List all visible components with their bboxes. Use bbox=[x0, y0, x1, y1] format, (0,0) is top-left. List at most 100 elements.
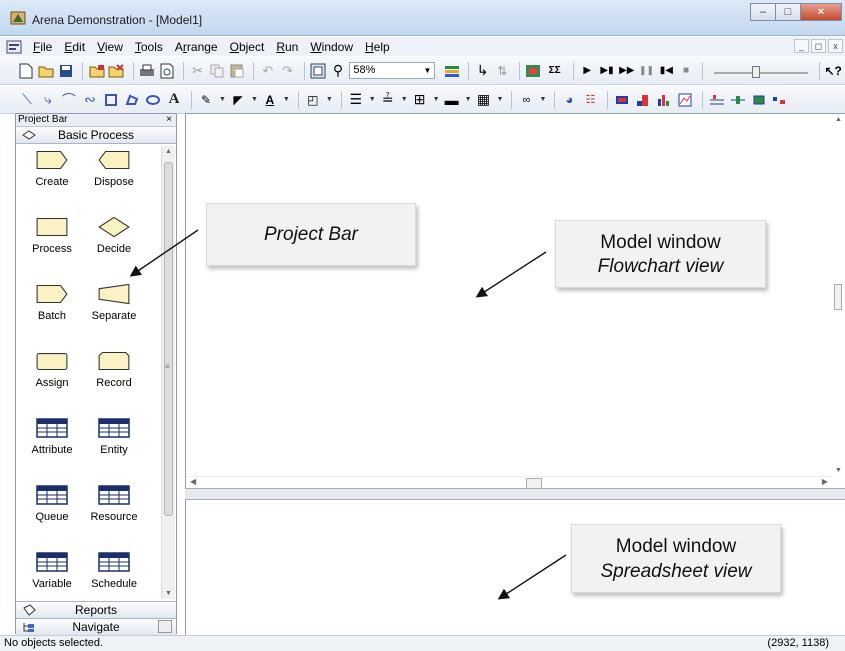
menu-view[interactable]: View bbox=[91, 40, 129, 54]
go-icon[interactable]: ▶ bbox=[579, 62, 596, 80]
paste-icon[interactable] bbox=[229, 62, 246, 80]
minimize-button[interactable]: – bbox=[750, 3, 776, 21]
window-background-color-icon[interactable]: ◰ bbox=[304, 91, 322, 109]
menu-file[interactable]: File bbox=[27, 40, 58, 54]
module-variable[interactable]: Variable bbox=[19, 551, 85, 601]
module-separate[interactable]: Separate bbox=[81, 283, 147, 349]
module-record[interactable]: Record bbox=[81, 350, 147, 416]
bezier-icon[interactable]: ∾ bbox=[81, 91, 99, 109]
print-preview-icon[interactable] bbox=[158, 62, 175, 80]
smart-connect-icon[interactable]: ⇅ bbox=[494, 62, 511, 80]
save-icon[interactable] bbox=[58, 62, 75, 80]
menu-arrange[interactable]: Arrange bbox=[169, 40, 224, 54]
navigate-panel-header[interactable]: Navigate bbox=[16, 618, 176, 635]
project-bar-close-button[interactable]: × bbox=[166, 114, 172, 126]
module-assign[interactable]: Assign bbox=[19, 350, 85, 416]
maximize-button[interactable]: □ bbox=[775, 3, 801, 21]
view-all-icon[interactable] bbox=[310, 62, 327, 80]
mdi-minimize-button[interactable]: _ bbox=[794, 39, 809, 53]
context-help-icon[interactable]: ↖? bbox=[825, 62, 842, 80]
arc-icon[interactable]: ⌒ bbox=[60, 91, 78, 109]
connect-icon[interactable]: ↳ bbox=[474, 62, 491, 80]
template-attach-icon[interactable] bbox=[88, 62, 105, 80]
date-icon[interactable]: ☷ bbox=[581, 91, 599, 109]
zoom-value: 58% bbox=[353, 64, 376, 76]
zoom-select[interactable]: 58% ▼ bbox=[349, 62, 436, 79]
zoom-icon[interactable]: ⚲ bbox=[330, 62, 347, 80]
reports-panel-header[interactable]: Reports bbox=[16, 601, 176, 618]
polyline-icon[interactable]: ⤷ bbox=[39, 91, 57, 109]
flowchart-view[interactable]: ▲ ▼ ◀ ▶ bbox=[185, 113, 845, 489]
mdi-restore-button[interactable]: ◻ bbox=[811, 39, 826, 53]
step-icon[interactable]: ▶▮ bbox=[599, 62, 616, 80]
menu-run[interactable]: Run bbox=[270, 40, 304, 54]
text-icon[interactable]: A bbox=[165, 91, 183, 109]
box-icon[interactable] bbox=[102, 91, 120, 109]
parking-icon[interactable] bbox=[771, 91, 789, 109]
project-bar-scrollbar[interactable]: ▲ ≡ ▼ bbox=[161, 146, 175, 599]
ellipse-icon[interactable] bbox=[144, 91, 162, 109]
new-file-icon[interactable] bbox=[18, 62, 35, 80]
module-decide[interactable]: Decide bbox=[81, 216, 147, 282]
cut-icon[interactable]: ✂ bbox=[189, 62, 206, 80]
pause-icon[interactable]: ❚❚ bbox=[638, 62, 655, 80]
clock-icon[interactable]: ◕ bbox=[560, 91, 578, 109]
open-folder-icon[interactable] bbox=[38, 62, 55, 80]
layers-icon[interactable] bbox=[443, 62, 460, 80]
seize-icon[interactable] bbox=[750, 91, 768, 109]
animate-connectors-icon[interactable] bbox=[525, 62, 542, 80]
line-icon[interactable]: ⟍ bbox=[18, 91, 36, 109]
mdi-close-button[interactable]: x bbox=[828, 39, 843, 53]
storage-icon[interactable] bbox=[729, 91, 747, 109]
module-schedule[interactable]: Schedule bbox=[81, 551, 147, 601]
submodel-icon[interactable]: ΣΣ bbox=[544, 62, 565, 80]
document-icon[interactable] bbox=[6, 40, 22, 54]
menu-edit[interactable]: Edit bbox=[58, 40, 91, 54]
navigate-thumbnail-icon[interactable] bbox=[158, 620, 172, 633]
module-attribute[interactable]: Attribute bbox=[19, 417, 85, 483]
module-batch[interactable]: Batch bbox=[19, 283, 85, 349]
plot-icon[interactable] bbox=[676, 91, 694, 109]
menu-help[interactable]: Help bbox=[359, 40, 396, 54]
polygon-icon[interactable] bbox=[123, 91, 141, 109]
module-resource[interactable]: Resource bbox=[81, 484, 147, 550]
line-pattern-icon[interactable]: ▬ bbox=[443, 91, 461, 109]
show-dimensions-icon[interactable]: ∞ bbox=[517, 91, 535, 109]
module-create[interactable]: Create bbox=[19, 149, 85, 215]
copy-icon[interactable] bbox=[209, 62, 226, 80]
variable-icon[interactable] bbox=[613, 91, 631, 109]
fill-pattern-icon[interactable]: ▦ bbox=[475, 91, 493, 109]
navigate-tree-icon bbox=[22, 621, 36, 633]
text-color-icon[interactable]: A bbox=[261, 91, 279, 109]
histogram-icon[interactable] bbox=[655, 91, 673, 109]
module-dispose[interactable]: Dispose bbox=[81, 149, 147, 215]
line-style-icon[interactable]: ≟ bbox=[379, 91, 397, 109]
template-detach-icon[interactable] bbox=[108, 62, 125, 80]
module-label: Decide bbox=[96, 243, 132, 255]
module-entity[interactable]: Entity bbox=[81, 417, 147, 483]
queue-icon[interactable] bbox=[708, 91, 726, 109]
animation-speed-slider[interactable] bbox=[714, 63, 808, 79]
fill-color-icon[interactable]: ◤ bbox=[229, 91, 247, 109]
menu-tools[interactable]: Tools bbox=[129, 40, 169, 54]
basic-process-panel-header[interactable]: Basic Process bbox=[16, 127, 176, 144]
assign-module-icon bbox=[19, 350, 85, 372]
project-bar-callout-text: Project Bar bbox=[264, 224, 358, 245]
module-queue[interactable]: Queue bbox=[19, 484, 85, 550]
menu-window[interactable]: Window bbox=[304, 40, 359, 54]
line-width-icon[interactable]: ☰ bbox=[347, 91, 365, 109]
view-splitter[interactable] bbox=[185, 488, 845, 500]
flowchart-vertical-scrollbar[interactable]: ▲ ▼ bbox=[831, 114, 845, 476]
undo-icon[interactable]: ↶ bbox=[259, 62, 276, 80]
redo-icon[interactable]: ↷ bbox=[279, 62, 296, 80]
end-icon[interactable]: ■ bbox=[678, 62, 695, 80]
start-over-icon[interactable]: ▮◀ bbox=[658, 62, 675, 80]
line-color-icon[interactable]: ✎ bbox=[197, 91, 215, 109]
close-button[interactable]: × bbox=[800, 3, 842, 21]
print-icon[interactable] bbox=[139, 62, 156, 80]
level-icon[interactable] bbox=[634, 91, 652, 109]
menu-object[interactable]: Object bbox=[224, 40, 271, 54]
fast-forward-icon[interactable]: ▶▶ bbox=[618, 62, 635, 80]
arrow-style-icon[interactable]: ⊞ bbox=[411, 91, 429, 109]
module-process[interactable]: Process bbox=[19, 216, 85, 282]
